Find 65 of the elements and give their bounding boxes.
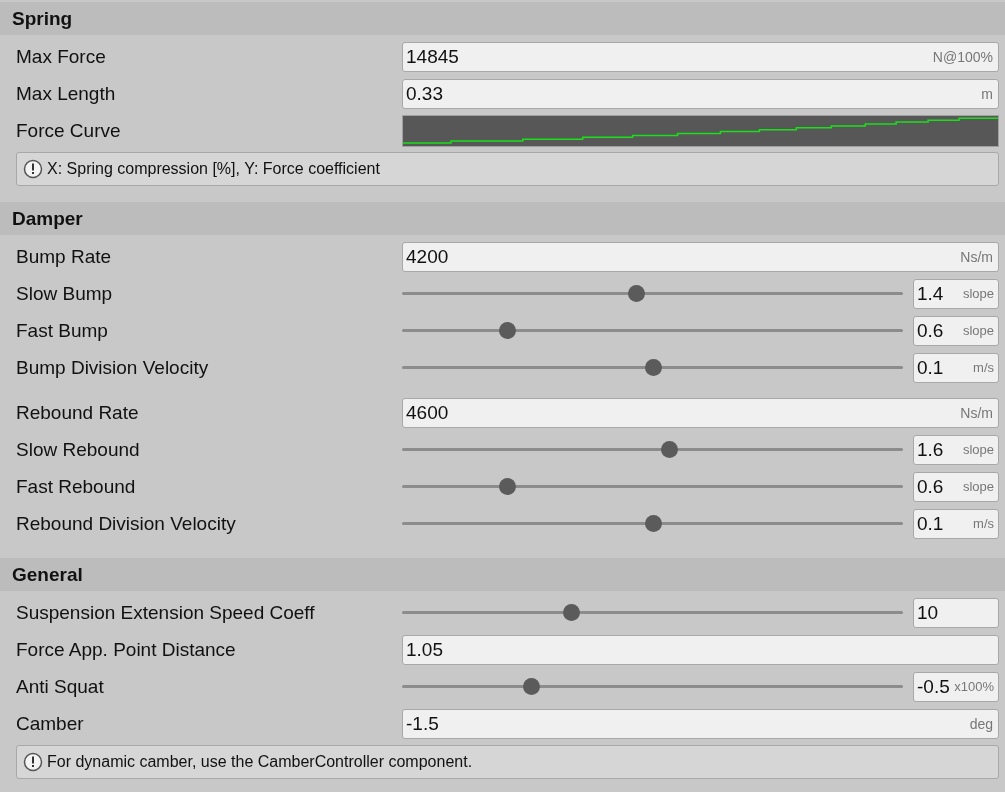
section-header: Damper — [0, 202, 1005, 235]
unit-label: m/s — [973, 516, 994, 531]
field-label: Rebound Division Velocity — [16, 512, 237, 535]
slider[interactable] — [402, 515, 903, 532]
unit-label: slope — [962, 286, 994, 301]
slider[interactable] — [402, 322, 903, 339]
slider[interactable] — [402, 285, 903, 302]
field-label: Force App. Point Distance — [16, 638, 237, 661]
unit-label: deg — [969, 715, 993, 732]
field-label: Rebound Rate — [16, 401, 140, 424]
unit-label: Ns/m — [960, 404, 993, 421]
unit-label: N@100% — [932, 48, 993, 65]
input-field[interactable]: 0.6 slope — [913, 471, 999, 502]
field-label: Bump Rate — [16, 245, 113, 268]
help-text: X: Spring compression [%], Y: Force coefficient — [47, 160, 380, 178]
field-label: Anti Squat — [16, 675, 105, 698]
slider[interactable] — [402, 441, 903, 458]
field-label: Camber — [16, 712, 85, 735]
input-field[interactable]: -1.5 deg — [402, 708, 999, 739]
slider-thumb[interactable] — [522, 678, 540, 695]
curve-drawing[interactable] — [403, 115, 998, 146]
field-label: Slow Bump — [16, 282, 114, 305]
unit-label: Ns/m — [960, 248, 993, 265]
input-field[interactable]: -0.5 x100% — [913, 671, 999, 702]
slider[interactable] — [402, 604, 903, 621]
input-field[interactable]: 10 — [913, 597, 999, 628]
input-field[interactable]: 0.1 m/s — [913, 352, 999, 383]
input-field[interactable]: 4200 Ns/m — [402, 241, 999, 272]
unit-label: slope — [962, 479, 994, 494]
slider-thumb[interactable] — [499, 478, 517, 495]
help-text: For dynamic camber, use the CamberController component. — [47, 753, 473, 771]
slider[interactable] — [402, 678, 903, 695]
slider[interactable] — [402, 359, 903, 376]
input-field[interactable]: 0.1 m/s — [913, 508, 999, 539]
field-label: Suspension Extension Speed Coeff — [16, 601, 316, 624]
unit-label: m/s — [973, 360, 994, 375]
input-field[interactable]: 1.4 slope — [913, 278, 999, 309]
unit-label: m — [981, 85, 993, 102]
input-field[interactable]: 0.33 m — [402, 78, 999, 109]
input-field[interactable]: 1.05 — [402, 634, 999, 665]
input-field[interactable]: 14845 N@100% — [402, 41, 999, 72]
slider-thumb[interactable] — [562, 604, 580, 621]
field-label: Max Force — [16, 45, 107, 68]
unit-label: slope — [962, 442, 994, 457]
slider-thumb[interactable] — [644, 359, 662, 376]
input-field[interactable]: 0.6 slope — [913, 315, 999, 346]
field-label: Max Length — [16, 82, 117, 105]
unit-label: x100% — [954, 679, 994, 694]
field-label: Fast Bump — [16, 319, 109, 342]
slider-thumb[interactable] — [627, 285, 645, 302]
slider-thumb[interactable] — [660, 441, 678, 458]
input-field[interactable]: 1.6 slope — [913, 434, 999, 465]
info-icon — [23, 159, 43, 179]
slider-thumb[interactable] — [499, 322, 517, 339]
info-icon — [23, 752, 43, 772]
field-label: Slow Rebound — [16, 438, 141, 461]
section-header: General — [0, 558, 1005, 591]
slider[interactable] — [402, 478, 903, 495]
field-label: Fast Rebound — [16, 475, 137, 498]
field-label: Force Curve — [16, 119, 122, 142]
field-label: Bump Division Velocity — [16, 356, 210, 379]
section-header: Spring — [0, 2, 1005, 35]
unit-label: slope — [962, 323, 994, 338]
input-field[interactable]: 4600 Ns/m — [402, 397, 999, 428]
slider-thumb[interactable] — [644, 515, 662, 532]
